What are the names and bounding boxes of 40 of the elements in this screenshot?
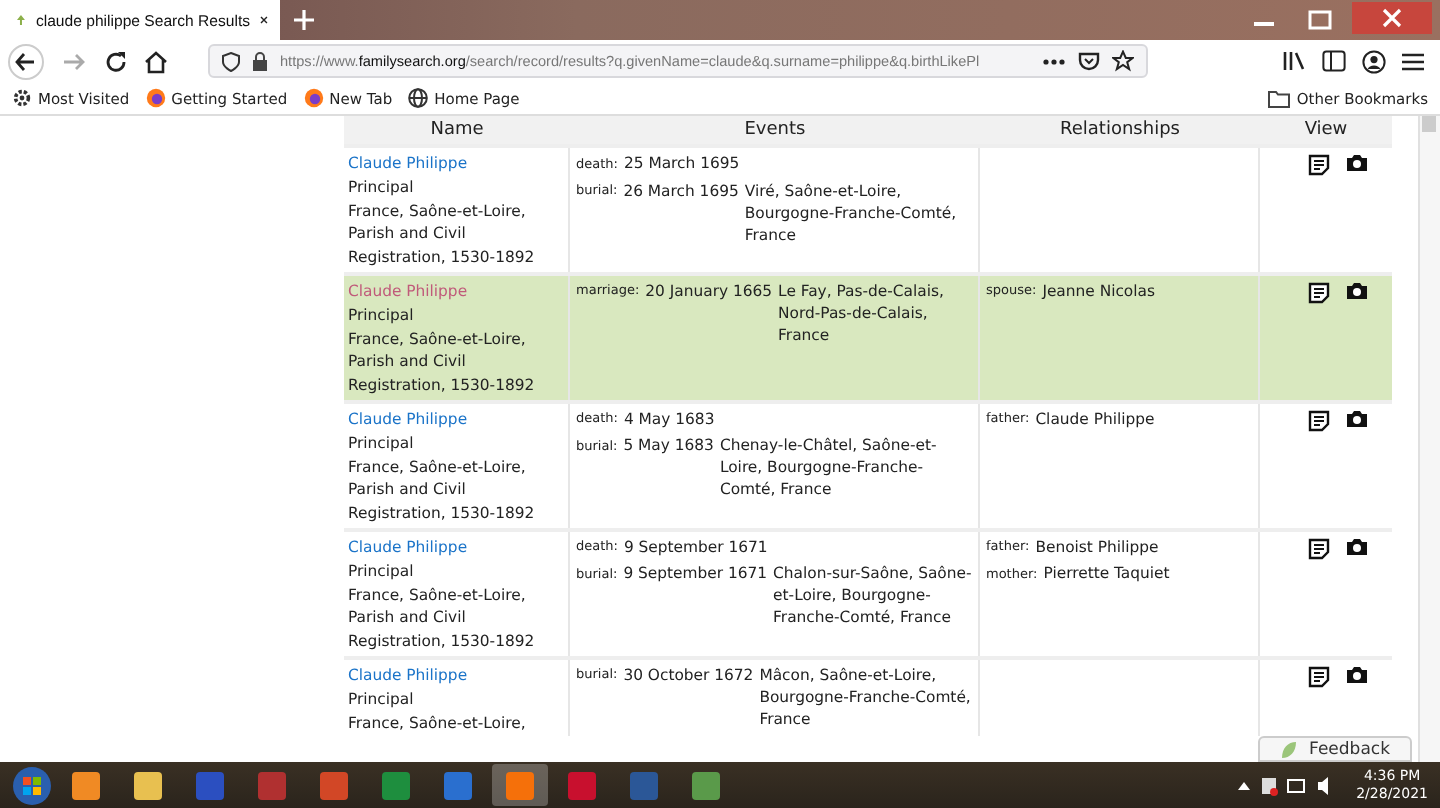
camera-icon[interactable] bbox=[1346, 281, 1368, 300]
column-header[interactable]: Name bbox=[344, 120, 570, 140]
pocket-icon[interactable] bbox=[1078, 51, 1100, 71]
document-icon[interactable] bbox=[1308, 665, 1330, 688]
document-icon[interactable] bbox=[1308, 154, 1330, 176]
plus-icon[interactable] bbox=[294, 10, 314, 30]
browser-logo-icon bbox=[145, 88, 166, 108]
scrollbar[interactable] bbox=[1418, 116, 1440, 762]
shield-icon bbox=[222, 51, 240, 71]
library-icon[interactable] bbox=[1282, 50, 1306, 72]
leaf-icon bbox=[1279, 739, 1298, 759]
camera-icon[interactable] bbox=[1346, 537, 1368, 556]
document-icon[interactable] bbox=[1308, 537, 1330, 560]
close-window-icon[interactable] bbox=[1352, 2, 1432, 34]
column-header[interactable]: Events bbox=[570, 120, 980, 140]
home-icon[interactable] bbox=[144, 49, 168, 73]
more-icon[interactable] bbox=[1042, 57, 1066, 65]
camera-icon[interactable] bbox=[1346, 154, 1368, 172]
result-row[interactable] bbox=[344, 527, 1392, 656]
lock-icon bbox=[252, 51, 268, 71]
menu-icon[interactable] bbox=[1402, 51, 1424, 71]
sidebar-icon[interactable] bbox=[1322, 50, 1346, 72]
column-header[interactable]: View bbox=[1260, 120, 1392, 140]
account-icon[interactable] bbox=[1362, 49, 1386, 73]
gear-icon bbox=[12, 88, 32, 108]
globe-icon bbox=[408, 88, 429, 108]
star-icon[interactable] bbox=[1112, 50, 1134, 72]
reload-icon[interactable] bbox=[104, 49, 128, 73]
camera-icon[interactable] bbox=[1346, 409, 1368, 428]
browser-logo-icon bbox=[303, 88, 324, 108]
column-header[interactable]: Relationships bbox=[980, 120, 1260, 140]
document-icon[interactable] bbox=[1308, 281, 1330, 304]
back-icon[interactable] bbox=[8, 43, 44, 79]
camera-icon[interactable] bbox=[1346, 665, 1368, 684]
feedback-button[interactable]: Feedback bbox=[1257, 736, 1412, 762]
folder-icon bbox=[1268, 89, 1291, 107]
result-row[interactable] bbox=[344, 399, 1392, 528]
close-icon[interactable] bbox=[260, 12, 268, 28]
start-button-icon[interactable] bbox=[12, 765, 52, 805]
document-icon[interactable] bbox=[1308, 409, 1330, 432]
